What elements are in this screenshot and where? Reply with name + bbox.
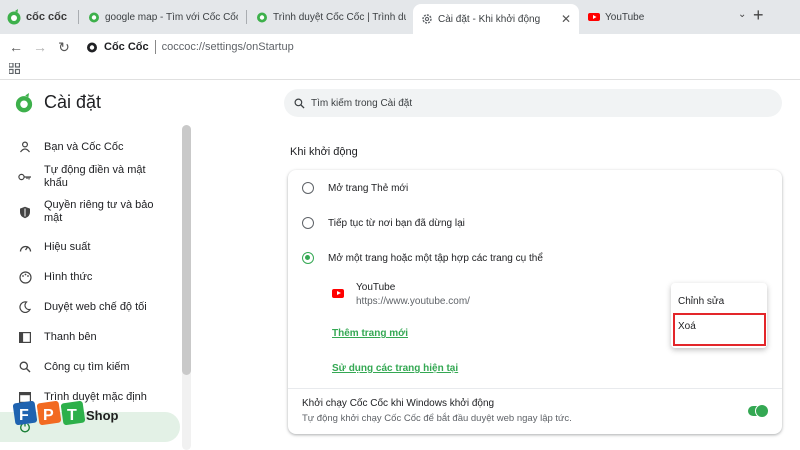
fpt-letter-t: T xyxy=(67,407,77,424)
tab-settings-startup[interactable]: Cài đặt - Khi khởi động ✕ xyxy=(413,4,579,34)
startup-page-url: https://www.youtube.com/ xyxy=(356,296,470,307)
back-arrow-icon[interactable]: ← xyxy=(4,39,28,55)
speedometer-icon xyxy=(18,240,32,254)
person-icon xyxy=(18,140,32,154)
fpt-shop-word: Shop xyxy=(86,408,119,423)
radio-continue-where-left[interactable]: Tiếp tục từ nơi bạn đã dừng lại xyxy=(302,217,465,229)
sidebar-item-performance[interactable]: Hiệu suất xyxy=(0,232,182,262)
apps-grid-icon[interactable] xyxy=(9,63,20,74)
sidebar-item-label: Hình thức xyxy=(44,270,93,283)
search-icon xyxy=(294,98,305,109)
divider xyxy=(288,388,782,389)
tab-label: YouTube xyxy=(605,11,645,23)
omnibox-brand: Cốc Cốc xyxy=(104,41,149,53)
sidebar-item-label: Công cụ tìm kiếm xyxy=(44,360,130,373)
tab-search-chevron-icon[interactable]: ⌄ xyxy=(738,9,746,20)
palette-icon xyxy=(18,270,32,284)
moon-icon xyxy=(18,300,32,314)
radio-open-new-tab[interactable]: Mở trang Thẻ mới xyxy=(302,182,408,194)
coccoc-favicon-icon xyxy=(87,42,97,53)
reload-icon[interactable]: ↻ xyxy=(52,39,76,56)
sidebar-item-privacy[interactable]: Quyền riêng tư và bảo mật xyxy=(0,192,182,232)
settings-nav: Bạn và Cốc Cốc Tự động điền và mật khẩu … xyxy=(0,132,182,442)
tab-google-map[interactable]: google map - Tìm với Cốc Cốc xyxy=(80,4,246,30)
sidebar-item-you-and-coccoc[interactable]: Bạn và Cốc Cốc xyxy=(0,132,182,162)
windows-startup-toggle[interactable] xyxy=(748,404,769,418)
settings-search-field[interactable]: Tìm kiếm trong Cài đặt xyxy=(284,89,782,117)
tab-coccoc-browser[interactable]: Trình duyệt Cốc Cốc | Trình duyệt xyxy=(248,4,414,30)
sidebar-item-side-panel[interactable]: Thanh bên xyxy=(0,322,182,352)
coccoc-favicon-icon xyxy=(257,12,267,23)
key-icon xyxy=(18,170,32,184)
sidebar-panel-icon xyxy=(18,330,32,344)
tab-label: Cài đặt - Khi khởi động xyxy=(438,13,541,25)
bookmark-bar xyxy=(0,60,800,80)
sidebar-item-label: Tự động điền và mật khẩu xyxy=(44,164,146,189)
sidebar-item-label: Thanh bên xyxy=(44,330,97,343)
menu-item-edit[interactable]: Chỉnh sửa xyxy=(678,296,724,307)
coccoc-logo-icon xyxy=(7,9,21,25)
section-title: Khi khởi động xyxy=(290,146,358,158)
forward-arrow-icon[interactable]: → xyxy=(28,39,52,55)
radio-label: Mở trang Thẻ mới xyxy=(328,182,409,194)
highlight-box xyxy=(673,313,766,346)
radio-label: Mở một trang hoặc một tập hợp các trang … xyxy=(328,252,543,264)
sidebar-scrollbar[interactable] xyxy=(182,125,191,450)
radio-label: Tiếp tục từ nơi bạn đã dừng lại xyxy=(328,217,465,229)
sidebar-item-label: Quyền riêng tư và bảo mật xyxy=(44,199,154,224)
youtube-icon xyxy=(332,289,344,298)
close-icon[interactable]: ✕ xyxy=(561,12,571,26)
sidebar-item-label: Hiệu suất xyxy=(44,240,91,253)
tab-separator xyxy=(78,10,79,24)
fpt-letter-p: P xyxy=(43,407,54,424)
coccoc-favicon-icon xyxy=(89,12,99,23)
search-placeholder: Tìm kiếm trong Cài đặt xyxy=(311,97,413,109)
sidebar-item-appearance[interactable]: Hình thức xyxy=(0,262,182,292)
address-toolbar: ← → ↻ Cốc Cốc coccoc://settings/onStartu… xyxy=(0,34,800,60)
startup-page-entry: YouTube https://www.youtube.com/ xyxy=(332,282,470,307)
sidebar-item-search-engine[interactable]: Công cụ tìm kiếm xyxy=(0,352,182,382)
radio-button[interactable] xyxy=(302,217,314,229)
tab-separator xyxy=(246,10,247,24)
brand-text: cốc cốc xyxy=(26,11,67,23)
omnibox[interactable]: Cốc Cốc coccoc://settings/onStartup xyxy=(86,40,294,54)
sidebar-item-label: Bạn và Cốc Cốc xyxy=(44,140,124,153)
fpt-letter-f: F xyxy=(19,407,29,424)
add-new-page-link[interactable]: Thêm trang mới xyxy=(332,328,408,339)
coccoc-logo-icon xyxy=(15,92,33,112)
page-title: Cài đặt xyxy=(44,92,102,112)
startup-page-name: YouTube xyxy=(356,282,396,293)
radio-open-specific-pages[interactable]: Mở một trang hoặc một tập hợp các trang … xyxy=(302,252,543,264)
shield-icon xyxy=(18,205,32,219)
radio-button[interactable] xyxy=(302,182,314,194)
new-tab-button[interactable]: + xyxy=(753,5,764,26)
tab-strip: cốc cốc google map - Tìm với Cốc Cốc Trì… xyxy=(0,0,800,34)
radio-button-checked[interactable] xyxy=(302,252,314,264)
scrollbar-thumb[interactable] xyxy=(182,125,191,375)
tab-youtube[interactable]: YouTube xyxy=(580,4,730,30)
youtube-icon xyxy=(588,13,600,21)
use-current-pages-link[interactable]: Sử dụng các trang hiện tại xyxy=(332,363,458,374)
omnibox-divider xyxy=(154,40,156,54)
search-icon xyxy=(18,360,32,374)
omnibox-url[interactable]: coccoc://settings/onStartup xyxy=(162,41,294,53)
gear-icon xyxy=(422,14,432,24)
sidebar-item-autofill[interactable]: Tự động điền và mật khẩu xyxy=(0,162,182,192)
fpt-shop-logo: F P T Shop xyxy=(12,400,119,426)
windows-startup-description: Tự động khởi chạy Cốc Cốc để bắt đầu duy… xyxy=(302,413,572,424)
windows-startup-title: Khởi chạy Cốc Cốc khi Windows khởi động xyxy=(302,398,495,409)
sidebar-item-dark-mode[interactable]: Duyệt web chế độ tối xyxy=(0,292,182,322)
settings-header: Cài đặt xyxy=(14,92,101,113)
tab-label: google map - Tìm với Cốc Cốc xyxy=(105,11,238,23)
tab-label: Trình duyệt Cốc Cốc | Trình duyệt xyxy=(273,11,406,23)
browser-brand[interactable]: cốc cốc xyxy=(6,7,67,27)
sidebar-item-label: Duyệt web chế độ tối xyxy=(44,300,147,313)
